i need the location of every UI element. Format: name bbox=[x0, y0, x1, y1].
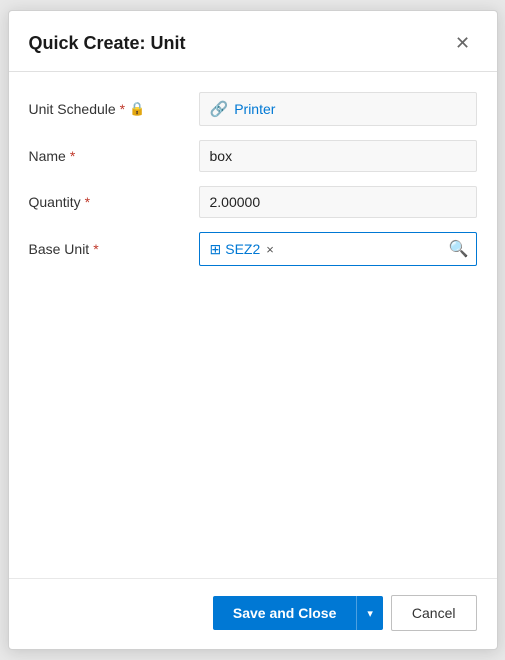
base-unit-lookup-wrap: ⊞ SEZ2 × 🔍 bbox=[199, 232, 477, 266]
base-unit-row: Base Unit * ⊞ SEZ2 × 🔍 bbox=[29, 232, 477, 266]
dialog-header: Quick Create: Unit ✕ bbox=[9, 11, 497, 72]
base-unit-remove-button[interactable]: × bbox=[264, 243, 276, 256]
name-field[interactable] bbox=[199, 140, 477, 172]
unit-link-icon: 🔗 bbox=[210, 100, 229, 118]
required-indicator: * bbox=[70, 148, 75, 164]
save-and-close-button[interactable]: Save and Close bbox=[213, 596, 357, 630]
lookup-entity-icon: ⊞ bbox=[210, 241, 222, 258]
quantity-input[interactable] bbox=[199, 186, 477, 218]
close-button[interactable]: ✕ bbox=[449, 29, 477, 57]
lock-icon: 🔒 bbox=[129, 101, 145, 117]
base-unit-label: Base Unit * bbox=[29, 241, 199, 257]
unit-schedule-label: Unit Schedule * 🔒 bbox=[29, 101, 199, 117]
dialog-body: Unit Schedule * 🔒 🔗 Printer Name * bbox=[9, 72, 497, 578]
unit-schedule-value: 🔗 Printer bbox=[199, 92, 477, 126]
quantity-field[interactable] bbox=[199, 186, 477, 218]
dialog-title: Quick Create: Unit bbox=[29, 33, 186, 54]
name-row: Name * bbox=[29, 140, 477, 172]
unit-schedule-link[interactable]: Printer bbox=[234, 101, 275, 117]
required-indicator: * bbox=[93, 241, 98, 257]
unit-schedule-field: 🔗 Printer bbox=[199, 92, 477, 126]
quantity-row: Quantity * bbox=[29, 186, 477, 218]
save-dropdown-button[interactable]: ▾ bbox=[356, 596, 383, 630]
dialog-footer: Save and Close ▾ Cancel bbox=[9, 578, 497, 649]
base-unit-lookup[interactable]: ⊞ SEZ2 × bbox=[199, 232, 477, 266]
required-indicator: * bbox=[85, 194, 90, 210]
name-input[interactable] bbox=[199, 140, 477, 172]
chevron-down-icon: ▾ bbox=[367, 607, 373, 620]
base-unit-tag: ⊞ SEZ2 × bbox=[210, 241, 276, 258]
save-button-group: Save and Close ▾ bbox=[213, 596, 383, 630]
name-label: Name * bbox=[29, 148, 199, 164]
unit-schedule-row: Unit Schedule * 🔒 🔗 Printer bbox=[29, 92, 477, 126]
search-icon: 🔍 bbox=[449, 241, 469, 258]
base-unit-tag-text: SEZ2 bbox=[225, 241, 260, 257]
quick-create-dialog: Quick Create: Unit ✕ Unit Schedule * 🔒 🔗… bbox=[8, 10, 498, 650]
base-unit-search-button[interactable]: 🔍 bbox=[447, 237, 471, 261]
cancel-button[interactable]: Cancel bbox=[391, 595, 477, 631]
quantity-label: Quantity * bbox=[29, 194, 199, 210]
close-icon: ✕ bbox=[455, 33, 470, 54]
required-indicator: * bbox=[120, 101, 125, 117]
base-unit-field: ⊞ SEZ2 × 🔍 bbox=[199, 232, 477, 266]
